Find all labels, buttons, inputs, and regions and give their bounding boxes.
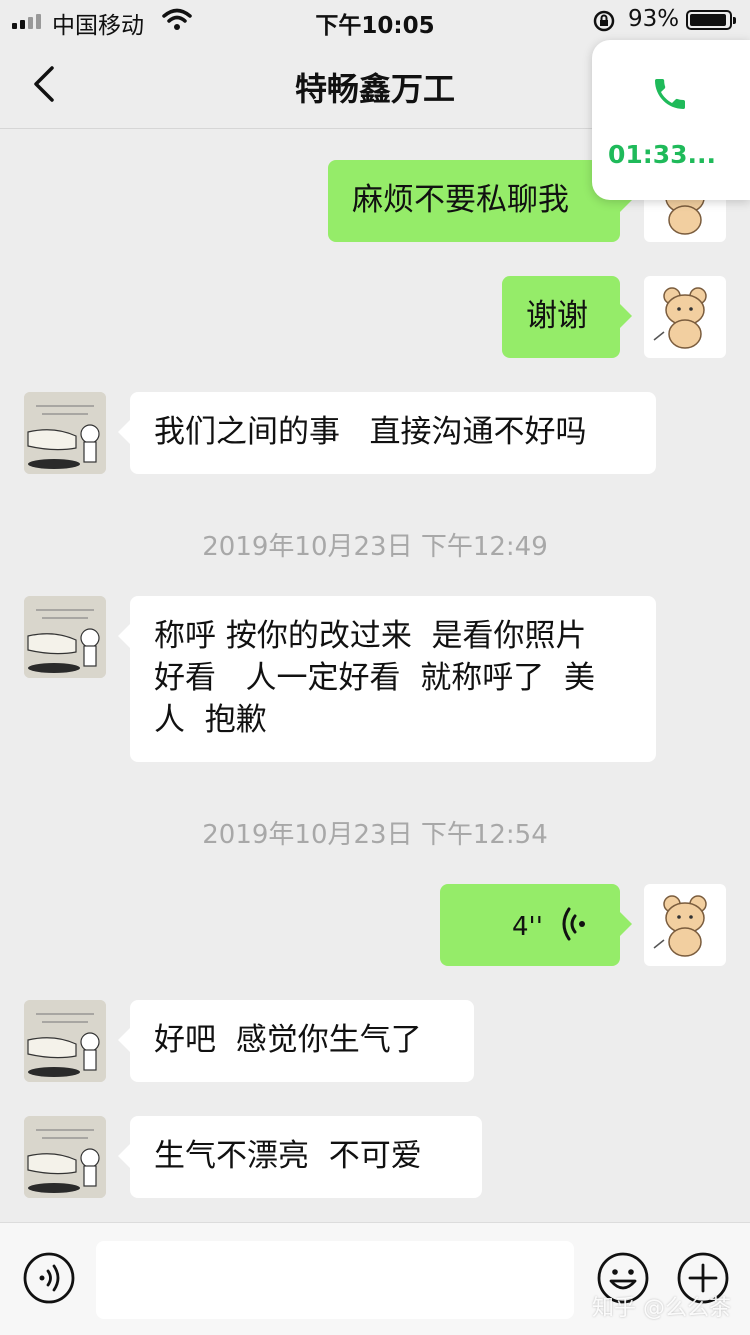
voice-input-icon[interactable] [22,1251,76,1305]
status-bar: 中国移动 下午10:05 93% [0,0,750,42]
bear-avatar-icon [653,895,707,957]
avatar[interactable] [24,392,106,474]
voice-message-bubble[interactable]: 4'' [440,884,632,966]
message-bubble-incoming[interactable]: 生气不漂亮 不可爱 [118,1116,482,1198]
message-bubble-incoming[interactable]: 称呼 按你的改过来 是看你照片 好看 人一定好看 就称呼了 美 人 抱歉 [118,596,656,762]
message-bubble-outgoing[interactable]: 谢谢 [502,276,632,358]
comic-avatar-icon [24,1000,106,1082]
avatar[interactable] [644,884,726,966]
phone-icon [655,79,685,109]
avatar[interactable] [24,596,106,678]
avatar[interactable] [24,1116,106,1198]
message-timestamp: 2019年10月23日 下午12:54 [202,820,548,850]
battery-icon [686,10,736,30]
comic-avatar-icon [24,1116,106,1198]
rotation-lock-icon [593,10,615,32]
message-bubble-incoming[interactable]: 我们之间的事 直接沟通不好吗 [118,392,656,474]
message-bubble-incoming[interactable]: 好吧 感觉你生气了 [118,1000,474,1082]
voice-duration: 4'' [512,912,543,942]
bear-avatar-icon [653,287,707,349]
comic-avatar-icon [24,596,106,678]
avatar[interactable] [24,1000,106,1082]
voice-wave-icon [562,907,585,941]
message-timestamp: 2019年10月23日 下午12:49 [202,532,548,562]
message-input[interactable] [96,1241,574,1319]
battery-percentage: 93% [628,6,680,32]
call-floating-window[interactable]: 01:33... [592,40,750,200]
call-timer: 01:33... [607,140,717,169]
message-bubble-outgoing[interactable]: 麻烦不要私聊我 [328,160,632,242]
avatar[interactable] [644,276,726,358]
watermark: 知乎 @么么茶 [592,1296,731,1321]
comic-avatar-icon [24,392,106,474]
